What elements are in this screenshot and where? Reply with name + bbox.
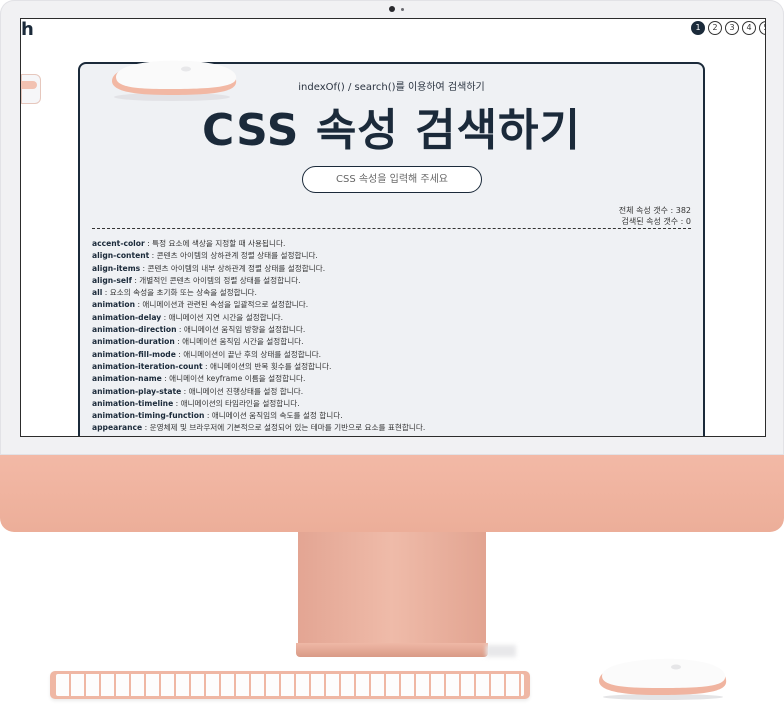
camera-icon [389, 6, 395, 12]
list-item: align-self : 개별적인 콘텐츠 아이템의 정렬 상태를 설정합니다. [92, 275, 301, 285]
page-button-1[interactable]: 1 [691, 21, 705, 35]
page-title: CSS 속성 검색하기 [201, 105, 582, 156]
page-button-3[interactable]: 3 [725, 21, 739, 35]
property-name: animation-timing-function [92, 411, 205, 421]
property-name: animation [92, 300, 136, 310]
search-input[interactable] [302, 166, 482, 193]
property-name: all [92, 288, 103, 298]
list-item: accent-color : 특정 요소에 색상을 지정할 때 사용됩니다. [92, 239, 286, 248]
property-desc: 콘텐츠 아이템의 내부 상하관계 정렬 상태를 설정합니다. [147, 263, 326, 273]
page-button-4[interactable]: 4 [742, 21, 756, 35]
list-item: appearance : 운영체제 및 브라우저에 기본적으로 설정되어 있는 … [92, 423, 426, 433]
property-name: appearance [92, 423, 143, 433]
property-desc: 운영체제 및 브라우저에 기본적으로 설정되어 있는 테마를 기반으로 요소를 … [149, 423, 426, 433]
property-desc: 특정 요소에 색상을 지정할 때 사용됩니다. [152, 239, 286, 248]
list-item: align-content : 콘텐츠 아이템의 상하관계 정렬 상태를 설정합… [92, 251, 318, 261]
list-item: animation-duration : 애니메이션 움직임 시간을 설정합니다… [92, 337, 304, 347]
list-item: animation-timeline : 애니메이션의 타임라인을 설정합니다. [92, 398, 300, 408]
property-name: animation-fill-mode [92, 349, 176, 359]
list-item: animation-timing-function : 애니메이션 움직임의 속… [92, 411, 343, 421]
page-button-2[interactable]: 2 [708, 21, 722, 35]
property-desc: 애니메이션의 타임라인을 설정합니다. [180, 398, 300, 408]
site-logo[interactable]: h [21, 19, 34, 40]
property-counts: 전체 속성 갯수 : 382 검색된 속성 갯수 : 0 [619, 205, 691, 227]
magic-mouse-icon [599, 658, 727, 700]
dashed-divider [92, 228, 691, 229]
stand-shadow [486, 645, 516, 657]
imac-chin [0, 455, 784, 532]
keyboard [50, 671, 530, 699]
property-list: accent-color : 특정 요소에 색상을 지정할 때 사용됩니다. a… [92, 238, 691, 435]
page-pagination: 1 2 3 4 5 [691, 21, 765, 35]
list-item: animation : 애니메이션과 관련된 속성을 일괄적으로 설정합니다. [92, 300, 309, 310]
property-desc: 콘텐츠 아이템의 상하관계 정렬 상태를 설정합니다. [156, 251, 318, 261]
list-item: animation-fill-mode : 애니메이션이 끝난 후의 상태를 설… [92, 349, 322, 359]
camera-sensor [401, 8, 404, 11]
keyboard-keys [56, 674, 524, 696]
property-name: align-self [92, 275, 132, 285]
property-desc: 애니메이션 움직임 방향을 설정합니다. [183, 325, 306, 335]
property-desc: 애니메이션 움직임의 속도를 설정 합니다. [211, 411, 343, 421]
property-desc: 애니메이션이 끝난 후의 상태를 설정합니다. [183, 349, 322, 359]
property-desc: 애니메이션의 반복 횟수를 설정합니다. [210, 361, 332, 371]
property-desc: 애니메이션 지연 시간을 설정합니다. [168, 312, 284, 322]
search-card: indexOf() / search()를 이용하여 검색하기 CSS 속성 검… [78, 60, 705, 436]
list-item: animation-play-state : 애니메이션 진행상태를 설정 합니… [92, 386, 304, 396]
property-name: animation-iteration-count [92, 361, 203, 371]
page-subtitle: indexOf() / search()를 이용하여 검색하기 [298, 82, 485, 93]
decor-mouse-peek [21, 74, 41, 104]
found-count: 검색된 속성 갯수 : 0 [621, 217, 691, 226]
property-name: animation-timeline [92, 398, 174, 408]
property-name: animation-play-state [92, 386, 182, 396]
list-item: all : 요소의 속성을 초기화 또는 상속을 설정합니다. [92, 288, 257, 298]
imac-stand [298, 532, 486, 647]
total-count: 전체 속성 갯수 : 382 [618, 206, 691, 215]
list-item: align-items : 콘텐츠 아이템의 내부 상하관계 정렬 상태를 설정… [92, 263, 326, 273]
list-item: animation-delay : 애니메이션 지연 시간을 설정합니다. [92, 312, 284, 322]
property-name: animation-duration [92, 337, 175, 347]
property-name: align-items [92, 263, 141, 273]
property-name: align-content [92, 251, 150, 261]
decor-mouse-peek-base [21, 81, 37, 89]
property-desc: 애니메이션 keyframe 이름을 설정합니다. [169, 374, 306, 384]
list-item: animation-name : 애니메이션 keyframe 이름을 설정합니… [92, 374, 306, 384]
screen: h 1 2 3 4 5 indexOf() / search()를 이용하여 검… [20, 18, 766, 437]
property-name: animation-direction [92, 325, 177, 335]
property-desc: 애니메이션 움직임 시간을 설정합니다. [182, 337, 304, 347]
list-item: animation-iteration-count : 애니메이션의 반복 횟수… [92, 361, 332, 371]
list-item: animation-direction : 애니메이션 움직임 방향을 설정합니… [92, 325, 306, 335]
imac-stand-foot [296, 643, 488, 657]
property-desc: 요소의 속성을 초기화 또는 상속을 설정합니다. [109, 288, 257, 298]
property-name: animation-name [92, 374, 162, 384]
property-name: accent-color [92, 239, 145, 248]
page-button-5[interactable]: 5 [759, 21, 765, 35]
property-desc: 애니메이션 진행상태를 설정 합니다. [188, 386, 304, 396]
property-name: animation-delay [92, 312, 162, 322]
property-desc: 애니메이션과 관련된 속성을 일괄적으로 설정합니다. [142, 300, 309, 310]
property-desc: 개별적인 콘텐츠 아이템의 정렬 상태를 설정합니다. [139, 275, 301, 285]
